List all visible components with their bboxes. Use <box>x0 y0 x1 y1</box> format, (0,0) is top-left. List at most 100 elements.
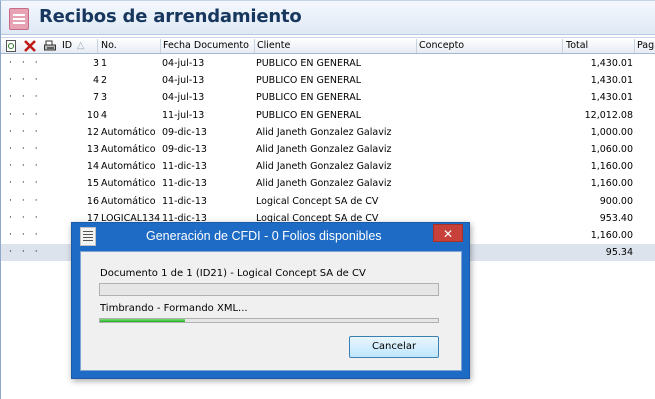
col-no[interactable]: No. <box>101 40 117 51</box>
cell-total: 1,430.01 <box>590 58 633 69</box>
cell-cliente: PUBLICO EN GENERAL <box>256 75 362 87</box>
cell-id: 4 <box>92 75 99 87</box>
cell-total: 1,430.01 <box>590 75 633 87</box>
cell-cliente: Alid Janeth Gonzalez Galaviz <box>256 143 392 155</box>
document-icon <box>80 227 96 246</box>
document-progress-bar <box>99 283 439 296</box>
cell-id: 3 <box>92 58 99 69</box>
row-markers: ··· <box>9 229 48 240</box>
cell-id: 10 <box>86 109 99 121</box>
cell-total: 1,160.00 <box>590 229 633 241</box>
row-markers: ··· <box>9 178 48 189</box>
cell-cliente: PUBLICO EN GENERAL <box>256 92 362 104</box>
document-icon[interactable] <box>5 39 17 53</box>
cell-total: 1,060.00 <box>590 143 633 155</box>
column-divider <box>562 39 563 53</box>
stamping-progress-bar <box>99 318 439 323</box>
cell-fecha: 11-dic-13 <box>162 161 207 173</box>
cell-fecha: 04-jul-13 <box>162 75 205 87</box>
cell-fecha: 04-jul-13 <box>162 58 205 69</box>
cell-no: Automático <box>101 143 156 155</box>
table-row[interactable]: ··· 15 Automático 11-dic-13 Alid Janeth Gonz… <box>1 175 655 192</box>
cell-id: 7 <box>92 92 99 104</box>
table-row[interactable]: ··· 10 4 11-jul-13 PUBLICO EN GENERAL 12,012.… <box>1 107 655 124</box>
print-icon[interactable] <box>43 39 57 53</box>
cell-fecha: 04-jul-13 <box>162 92 205 104</box>
close-button[interactable]: ✕ <box>433 224 463 242</box>
cancel-button[interactable]: Cancelar <box>349 336 439 358</box>
table-row[interactable]: ··· 13 Automático 09-dic-13 Alid Janeth Gonz… <box>1 141 655 158</box>
cell-id: 15 <box>86 178 99 190</box>
table-row[interactable]: ··· 7 3 04-jul-13 PUBLICO EN GENERAL 1,430.01 <box>1 89 655 106</box>
cell-cliente: PUBLICO EN GENERAL <box>256 109 362 121</box>
col-concepto[interactable]: Concepto <box>419 40 464 51</box>
dialog-title: Generación de CFDI - 0 Folios disponible… <box>146 229 382 243</box>
cell-total: 1,430.01 <box>590 92 633 104</box>
delete-icon[interactable] <box>23 39 37 53</box>
cell-cliente: PUBLICO EN GENERAL <box>256 58 362 69</box>
row-markers: ··· <box>9 195 48 206</box>
cell-no: Automático <box>101 126 156 138</box>
cell-no: Automático <box>101 178 156 190</box>
cell-total: 1,000.00 <box>590 126 633 138</box>
cell-no: 3 <box>101 92 108 104</box>
table-header: ID △ No. Fecha Documento Cliente Concept… <box>1 37 655 54</box>
title-bar: Recibos de arrendamiento <box>1 1 655 35</box>
column-divider <box>160 39 161 53</box>
row-markers: ··· <box>9 92 48 103</box>
table-row[interactable]: ··· 16 Automático 11-dic-13 Logical Concept … <box>1 193 655 210</box>
stamping-status-label: Timbrando - Formando XML... <box>100 303 248 314</box>
cfdi-dialog: Generación de CFDI - 0 Folios disponible… <box>71 222 470 379</box>
col-id[interactable]: ID <box>62 40 72 51</box>
table-row[interactable]: ··· 14 Automático 11-dic-13 Alid Janeth Gonz… <box>1 158 655 175</box>
column-divider <box>254 39 255 53</box>
row-markers: ··· <box>9 126 48 137</box>
row-markers: ··· <box>9 58 48 68</box>
document-status-label: Documento 1 de 1 (ID21) - Logical Concep… <box>100 268 366 279</box>
cell-total: 1,160.00 <box>590 178 633 190</box>
cell-id: 12 <box>86 126 99 138</box>
cell-cliente: Logical Concept SA de CV <box>256 195 379 207</box>
col-total[interactable]: Total <box>566 40 588 51</box>
col-fecha[interactable]: Fecha Documento <box>163 40 249 51</box>
column-divider <box>416 39 417 53</box>
cell-no: 1 <box>101 58 108 69</box>
row-markers: ··· <box>9 212 48 223</box>
cell-total: 12,012.08 <box>584 109 633 121</box>
cell-fecha: 11-dic-13 <box>162 178 207 190</box>
cell-total: 1,160.00 <box>590 161 633 173</box>
cell-no: Automático <box>101 195 156 207</box>
cell-total: 95.34 <box>605 247 633 259</box>
receipt-icon <box>9 8 29 30</box>
cell-id: 16 <box>86 195 99 207</box>
cell-cliente: Alid Janeth Gonzalez Galaviz <box>256 178 392 190</box>
table-row[interactable]: ··· 4 2 04-jul-13 PUBLICO EN GENERAL 1,430.01 <box>1 72 655 89</box>
cell-no: 4 <box>101 109 108 121</box>
cell-cliente: Alid Janeth Gonzalez Galaviz <box>256 126 392 138</box>
cell-no: 2 <box>101 75 108 87</box>
cell-fecha: 09-dic-13 <box>162 143 207 155</box>
column-divider <box>634 39 635 53</box>
cell-fecha: 09-dic-13 <box>162 126 207 138</box>
table-row[interactable]: ··· 3 1 04-jul-13 PUBLICO EN GENERAL 1,430.01 <box>1 55 655 72</box>
page-title: Recibos de arrendamiento <box>39 6 302 27</box>
row-markers: ··· <box>9 161 48 172</box>
cell-total: 900.00 <box>599 195 633 207</box>
cell-total: 953.40 <box>599 212 633 224</box>
cell-id: 13 <box>86 143 99 155</box>
row-markers: ··· <box>9 247 48 258</box>
row-markers: ··· <box>9 75 48 86</box>
col-cliente[interactable]: Cliente <box>257 40 290 51</box>
cell-cliente: Alid Janeth Gonzalez Galaviz <box>256 161 392 173</box>
column-divider <box>97 39 98 53</box>
sort-asc-icon: △ <box>77 40 85 51</box>
dialog-title-bar[interactable]: Generación de CFDI - 0 Folios disponible… <box>72 223 469 251</box>
cell-no: Automático <box>101 161 156 173</box>
cell-fecha: 11-jul-13 <box>162 109 205 121</box>
stamping-progress-fill <box>100 319 185 322</box>
row-markers: ··· <box>9 109 48 120</box>
table-row[interactable]: ··· 12 Automático 09-dic-13 Alid Janeth Gonz… <box>1 124 655 141</box>
col-pag[interactable]: Pag <box>637 40 654 51</box>
row-markers: ··· <box>9 143 48 154</box>
dialog-body: Documento 1 de 1 (ID21) - Logical Concep… <box>80 251 462 371</box>
